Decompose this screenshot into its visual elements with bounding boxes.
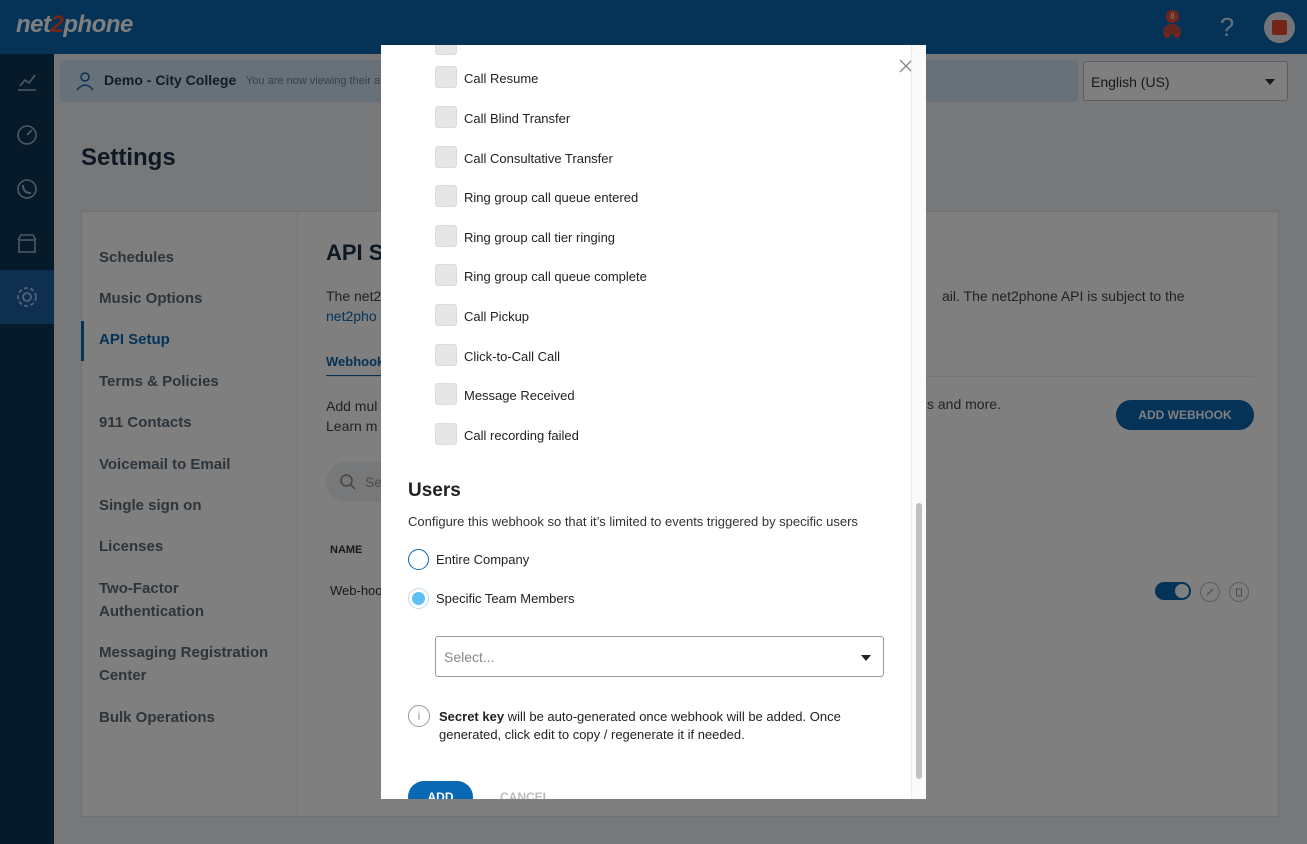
users-description: Configure this webhook so that it’s limi… bbox=[408, 514, 858, 529]
event-checkbox[interactable] bbox=[435, 146, 457, 168]
users-section-title: Users bbox=[408, 480, 461, 501]
team-members-select[interactable]: Select... bbox=[435, 636, 884, 677]
event-label: Message Received bbox=[464, 388, 575, 403]
modal-scrollbar[interactable] bbox=[911, 45, 926, 799]
select-placeholder: Select... bbox=[444, 649, 495, 665]
event-label: Ring group call queue complete bbox=[464, 269, 647, 284]
event-label: Click-to-Call Call bbox=[464, 349, 561, 364]
event-label: Call Resume bbox=[464, 71, 539, 86]
event-checkbox[interactable] bbox=[435, 45, 457, 55]
event-checkbox[interactable] bbox=[435, 264, 457, 286]
event-checkbox[interactable] bbox=[435, 106, 457, 128]
event-label: Ring group call queue entered bbox=[464, 190, 639, 205]
event-checkbox[interactable] bbox=[435, 304, 457, 326]
info-icon: i bbox=[408, 705, 430, 727]
radio-label: Specific Team Members bbox=[436, 591, 575, 606]
chevron-down-icon bbox=[861, 655, 871, 661]
radio-dot bbox=[412, 592, 425, 605]
scrollbar-thumb[interactable] bbox=[916, 503, 922, 779]
event-checkbox[interactable] bbox=[435, 383, 457, 405]
event-checkbox[interactable] bbox=[435, 66, 457, 88]
radio-button-selected[interactable] bbox=[408, 588, 429, 609]
event-label: Call recording failed bbox=[464, 428, 579, 443]
cancel-button[interactable]: CANCEL bbox=[500, 790, 550, 799]
event-label: Ring group call tier ringing bbox=[464, 230, 616, 245]
secret-key-note: Secret key will be auto-generated once w… bbox=[439, 709, 841, 742]
add-button[interactable]: ADD bbox=[408, 781, 473, 799]
event-checkbox[interactable] bbox=[435, 423, 457, 445]
event-label: Call Pickup bbox=[464, 309, 530, 324]
event-checkbox[interactable] bbox=[435, 185, 457, 207]
event-checkbox[interactable] bbox=[435, 344, 457, 366]
radio-label: Entire Company bbox=[436, 552, 530, 567]
radio-button[interactable] bbox=[408, 549, 429, 570]
add-webhook-modal: Call Resume Call Blind Transfer Call Con… bbox=[381, 45, 926, 799]
event-checkbox[interactable] bbox=[435, 225, 457, 247]
event-label: Call Blind Transfer bbox=[464, 111, 571, 126]
event-label: Call Consultative Transfer bbox=[464, 151, 613, 166]
